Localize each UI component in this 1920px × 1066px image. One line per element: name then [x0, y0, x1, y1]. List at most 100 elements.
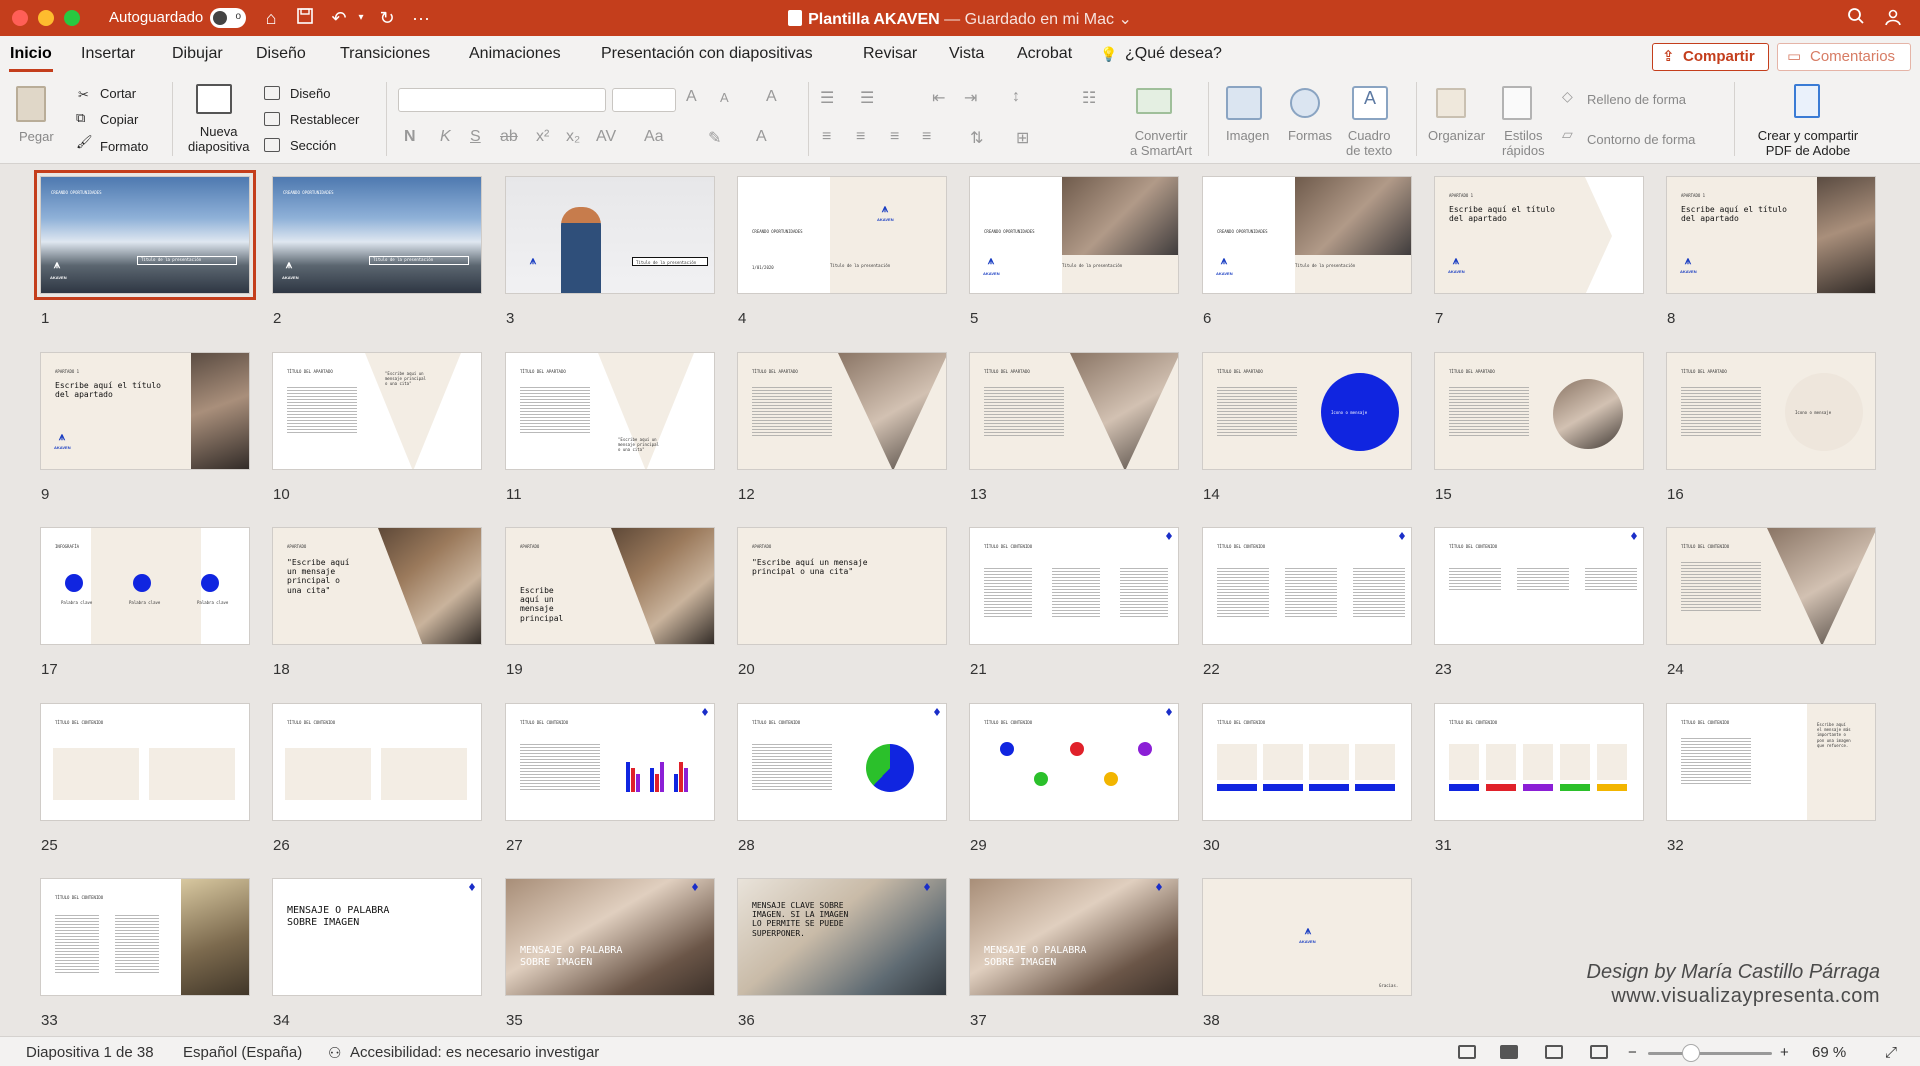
slide-thumbnail[interactable]: TÍTULO DEL CONTENIDO — [737, 703, 947, 821]
slide-thumbnail[interactable]: MENSAJE O PALABRA SOBRE IMAGEN — [505, 878, 715, 996]
text-direction-icon[interactable]: ⇅ — [970, 128, 983, 148]
slide-thumbnail[interactable]: TÍTULO DEL APARTADO — [737, 352, 947, 470]
slide-thumbnail[interactable]: ⩚ AKAVEN Gracias. — [1202, 878, 1412, 996]
normal-view-icon[interactable] — [1458, 1045, 1476, 1059]
undo-dropdown-icon[interactable]: ▾ — [350, 7, 372, 29]
create-pdf-button[interactable]: Crear y compartir PDF de Adobe — [1748, 128, 1868, 158]
zoom-in-icon[interactable]: + — [1780, 1044, 1789, 1061]
format-painter-button[interactable]: Formato — [100, 139, 148, 154]
paste-button[interactable]: Pegar — [19, 129, 54, 144]
adobe-pdf-icon[interactable] — [1794, 84, 1820, 118]
more-icon[interactable]: ··· — [410, 7, 432, 29]
numbering-icon[interactable]: ☰ — [860, 88, 874, 108]
decrease-font-icon[interactable]: A — [720, 90, 729, 105]
slide-thumbnail[interactable]: TÍTULO DEL CONTENIDO — [272, 703, 482, 821]
bold-icon[interactable]: N — [404, 128, 416, 146]
strikethrough-icon[interactable]: ab — [500, 128, 518, 146]
tab-transiciones[interactable]: Transiciones — [340, 45, 430, 63]
image-button[interactable]: Imagen — [1226, 128, 1269, 143]
image-icon[interactable] — [1226, 86, 1262, 120]
tab-dibujar[interactable]: Dibujar — [172, 45, 223, 63]
slide-thumbnail[interactable]: APARTADO "Escribe aquí un mensaje princip… — [272, 527, 482, 645]
account-icon[interactable] — [1882, 7, 1904, 29]
search-icon[interactable] — [1845, 7, 1867, 29]
slide-thumbnail[interactable]: TÍTULO DEL APARTADO "Escribe aquí un mens… — [272, 352, 482, 470]
slide-thumbnail[interactable]: APARTADO 1 Escribe aquí el título del apa… — [40, 352, 250, 470]
quick-styles-button[interactable]: Estilos rápidos — [1502, 128, 1545, 158]
slide-thumbnail[interactable]: TÍTULO DEL CONTENIDO — [1202, 703, 1412, 821]
slide-thumbnail[interactable]: TÍTULO DEL CONTENIDO — [969, 527, 1179, 645]
zoom-slider[interactable] — [1648, 1052, 1772, 1055]
redo-icon[interactable]: ↻ — [376, 7, 398, 29]
reset-button[interactable]: Restablecer — [290, 112, 359, 127]
tab-revisar[interactable]: Revisar — [863, 45, 917, 63]
slide-thumbnail[interactable]: CREANDO OPORTUNIDADES Título de la presen… — [272, 176, 482, 294]
language-indicator[interactable]: Español (España) — [183, 1044, 302, 1061]
italic-icon[interactable]: K — [440, 128, 451, 146]
maximize-window-button[interactable] — [64, 10, 80, 26]
textbox-icon[interactable]: A — [1352, 86, 1388, 120]
slide-thumbnail[interactable]: CREANDO OPORTUNIDADES Título de la presen… — [1202, 176, 1412, 294]
new-slide-icon[interactable] — [196, 84, 232, 114]
accessibility-status[interactable]: Accesibilidad: es necesario investigar — [350, 1044, 599, 1061]
tab-vista[interactable]: Vista — [949, 45, 984, 63]
textbox-button[interactable]: Cuadro de texto — [1346, 128, 1392, 158]
font-size-select[interactable] — [612, 88, 676, 112]
paste-icon[interactable] — [16, 86, 46, 122]
arrange-button[interactable]: Organizar — [1428, 128, 1485, 143]
slide-thumbnail[interactable]: APARTADO "Escribe aquí un mensaje princip… — [737, 527, 947, 645]
autosave-toggle[interactable]: o — [210, 8, 246, 28]
share-button[interactable]: ⇪ Compartir — [1652, 43, 1769, 71]
slide-thumbnail[interactable]: CREANDO OPORTUNIDADES Título de la presen… — [969, 176, 1179, 294]
new-slide-button[interactable]: Nueva diapositiva — [188, 124, 249, 154]
slide-thumbnail[interactable]: ⩚ Título de la presentación — [505, 176, 715, 294]
zoom-out-icon[interactable]: − — [1628, 1044, 1637, 1061]
tab-insertar[interactable]: Insertar — [81, 45, 135, 63]
slide-thumbnail[interactable]: TÍTULO DEL CONTENIDO — [1666, 527, 1876, 645]
tab-presentacion[interactable]: Presentación con diapositivas — [601, 45, 813, 63]
slide-thumbnail[interactable]: TÍTULO DEL CONTENIDO — [40, 878, 250, 996]
superscript-icon[interactable]: x² — [536, 128, 549, 146]
smartart-icon[interactable] — [1136, 88, 1172, 114]
align-text-icon[interactable]: ⊞ — [1016, 128, 1029, 148]
slide-thumbnail[interactable]: MENSAJE O PALABRA SOBRE IMAGEN — [969, 878, 1179, 996]
home-icon[interactable]: ⌂ — [260, 7, 282, 29]
close-window-button[interactable] — [12, 10, 28, 26]
justify-icon[interactable]: ≡ — [922, 128, 931, 146]
slide-thumbnail[interactable]: TÍTULO DEL CONTENIDO — [1434, 527, 1644, 645]
tell-me-search[interactable]: ¿Qué desea? — [1125, 45, 1222, 63]
slide-thumbnail[interactable]: CREANDO OPORTUNIDADES Título de la presen… — [34, 170, 256, 300]
layout-button[interactable]: Diseño — [290, 86, 330, 101]
font-family-select[interactable] — [398, 88, 606, 112]
shape-fill-button[interactable]: Relleno de forma — [1587, 92, 1686, 107]
clear-format-icon[interactable]: A — [766, 88, 777, 106]
slide-thumbnail[interactable]: TÍTULO DEL APARTADO Icono o mensaje — [1666, 352, 1876, 470]
tab-inicio[interactable]: Inicio — [10, 45, 52, 63]
slide-thumbnail[interactable]: APARTADO 1 Escribe aquí el título del apa… — [1666, 176, 1876, 294]
slideshow-view-icon[interactable] — [1590, 1045, 1608, 1059]
cut-button[interactable]: Cortar — [100, 86, 136, 101]
slide-thumbnail[interactable]: INFOGRAFÍA Palabra clave Palabra clave Pala… — [40, 527, 250, 645]
font-color-icon[interactable]: A — [756, 128, 767, 146]
slide-thumbnail[interactable]: MENSAJE O PALABRA SOBRE IMAGEN — [272, 878, 482, 996]
slide-thumbnail[interactable]: TÍTULO DEL CONTENIDO — [969, 703, 1179, 821]
subscript-icon[interactable]: x₂ — [566, 128, 580, 146]
shape-outline-button[interactable]: Contorno de forma — [1587, 132, 1695, 147]
slide-thumbnail[interactable]: TÍTULO DEL APARTADO — [969, 352, 1179, 470]
section-button[interactable]: Sección — [290, 138, 336, 153]
copy-button[interactable]: Copiar — [100, 112, 138, 127]
character-spacing-icon[interactable]: AV — [596, 128, 616, 146]
increase-indent-icon[interactable]: ⇥ — [964, 88, 977, 108]
change-case-icon[interactable]: Aa — [644, 128, 664, 146]
comments-button[interactable]: ▭ Comentarios — [1777, 43, 1911, 71]
slide-thumbnail[interactable]: TÍTULO DEL CONTENIDO — [505, 703, 715, 821]
slide-thumbnail[interactable]: MENSAJE CLAVE SOBRE IMAGEN. SI LA IMAGEN… — [737, 878, 947, 996]
slide-sorter-view-icon[interactable] — [1500, 1045, 1518, 1059]
slide-thumbnail[interactable]: TÍTULO DEL CONTENIDO — [1434, 703, 1644, 821]
reading-view-icon[interactable] — [1545, 1045, 1563, 1059]
slide-thumbnail[interactable]: TÍTULO DEL APARTADO — [1434, 352, 1644, 470]
align-left-icon[interactable]: ≡ — [822, 128, 831, 146]
fit-window-icon[interactable]: ⤢ — [1885, 1044, 1897, 1061]
quick-styles-icon[interactable] — [1502, 86, 1532, 120]
columns-icon[interactable]: ☷ — [1082, 88, 1096, 108]
